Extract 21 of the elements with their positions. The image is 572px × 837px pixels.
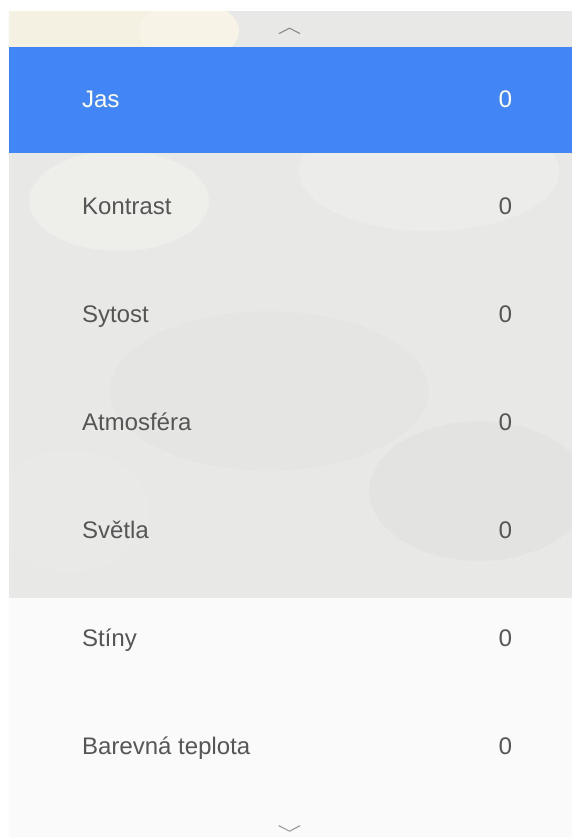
adjustment-value: 0 bbox=[498, 192, 512, 222]
adjustment-item[interactable]: Světla 0 bbox=[9, 477, 572, 585]
adjustment-value: 0 bbox=[498, 624, 512, 654]
adjustment-item[interactable]: Atmosféra 0 bbox=[9, 369, 572, 477]
adjustment-label: Stíny bbox=[82, 624, 137, 654]
adjustment-label: Světla bbox=[82, 516, 149, 546]
adjustment-label: Atmosféra bbox=[82, 408, 192, 438]
adjustment-item[interactable]: Sytost 0 bbox=[9, 261, 572, 369]
adjustment-item[interactable]: Kontrast 0 bbox=[9, 153, 572, 261]
adjustment-value: 0 bbox=[498, 300, 512, 330]
adjustment-label: Kontrast bbox=[82, 192, 172, 222]
adjustment-value: 0 bbox=[498, 732, 512, 762]
adjustment-label: Sytost bbox=[82, 300, 149, 330]
adjustment-label: Barevná teplota bbox=[82, 732, 250, 762]
adjustment-value: 0 bbox=[498, 85, 512, 115]
adjustment-label: Jas bbox=[82, 85, 120, 115]
adjustment-value: 0 bbox=[498, 408, 512, 438]
adjustment-item[interactable]: Jas 0 bbox=[9, 47, 572, 153]
adjustment-item[interactable]: Barevná teplota 0 bbox=[9, 693, 572, 801]
adjustment-item[interactable]: Stíny 0 bbox=[9, 585, 572, 693]
adjustment-value: 0 bbox=[498, 516, 512, 546]
